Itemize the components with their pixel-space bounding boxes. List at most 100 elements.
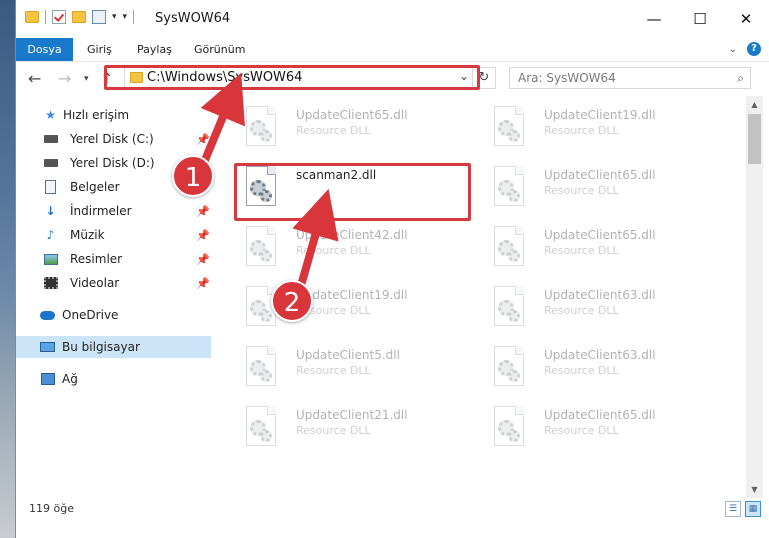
file-name: UpdateClient65.dll	[544, 228, 656, 242]
expand-ribbon-icon[interactable]: ⌄	[729, 44, 737, 55]
disk-icon	[43, 132, 58, 146]
file-item[interactable]: UpdateClient19.dll Resource DLL	[470, 98, 700, 154]
close-button[interactable]: ✕	[723, 0, 769, 38]
window-controls: — ☐ ✕	[631, 0, 769, 38]
tab-home[interactable]: Giriş	[87, 38, 112, 61]
tab-file[interactable]: Dosya	[16, 38, 73, 61]
search-icon[interactable]: ⌕	[737, 71, 744, 86]
sidebar-item-label: Resimler	[70, 252, 123, 266]
computer-icon	[40, 340, 55, 354]
file-item[interactable]: UpdateClient65.dll Resource DLL	[222, 98, 452, 154]
navigation-pane: ★ Hızlı erişim Yerel Disk (C:) 📌 Yerel D…	[16, 96, 211, 498]
sidebar-item-label: Yerel Disk (C:)	[70, 132, 154, 146]
vertical-scrollbar[interactable]: ▲ ▼	[746, 96, 763, 498]
file-name: UpdateClient65.dll	[296, 108, 408, 122]
dll-file-icon	[492, 106, 528, 150]
file-item[interactable]: UpdateClient63.dll Resource DLL	[470, 338, 700, 394]
help-icon[interactable]: ?	[747, 42, 761, 56]
sidebar-item-videos[interactable]: Videolar 📌	[16, 272, 211, 294]
sidebar-item-pictures[interactable]: Resimler 📌	[16, 248, 211, 270]
sidebar-item-label: Belgeler	[70, 180, 120, 194]
file-name: UpdateClient65.dll	[544, 168, 656, 182]
toolbar-divider	[133, 10, 135, 24]
dll-file-icon	[244, 406, 280, 450]
pin-icon[interactable]: 📌	[196, 133, 210, 146]
file-type: Resource DLL	[296, 424, 371, 437]
dropdown-arrow-icon[interactable]: ▾	[112, 12, 117, 22]
file-item[interactable]: UpdateClient5.dll Resource DLL	[222, 338, 452, 394]
details-view-icon[interactable]: ☰	[725, 501, 741, 517]
file-name: UpdateClient5.dll	[296, 348, 400, 362]
customize-toolbar-icon[interactable]: ▾	[123, 12, 128, 22]
file-highlight-box	[234, 163, 471, 221]
file-item[interactable]: UpdateClient65.dll Resource DLL	[470, 398, 700, 454]
file-type: Resource DLL	[544, 364, 619, 377]
dll-file-icon	[244, 106, 280, 150]
tab-share[interactable]: Paylaş	[137, 38, 172, 61]
sidebar-item-downloads[interactable]: ↓ İndirmeler 📌	[16, 200, 211, 222]
address-highlight-box	[104, 65, 480, 90]
sidebar-item-label: Yerel Disk (D:)	[70, 156, 155, 170]
scroll-up-icon[interactable]: ▲	[746, 96, 763, 113]
title-bar: ▾ ▾ SysWOW64 — ☐ ✕	[16, 0, 769, 38]
sidebar-item-network[interactable]: Ağ	[16, 368, 211, 390]
sidebar-item-label: Müzik	[70, 228, 105, 242]
sidebar-item-label: İndirmeler	[70, 204, 132, 218]
file-item[interactable]: UpdateClient63.dll Resource DLL	[470, 278, 700, 334]
ribbon-tabs: Dosya Giriş Paylaş Görünüm ⌄ ?	[16, 38, 769, 61]
sidebar-item-quick-access[interactable]: ★ Hızlı erişim	[16, 104, 211, 126]
item-count: 119 öğe	[29, 502, 74, 515]
back-arrow-icon[interactable]: ←	[28, 69, 41, 88]
forward-arrow-icon[interactable]: →	[58, 69, 71, 88]
pin-icon[interactable]: 📌	[196, 205, 210, 218]
file-name: UpdateClient63.dll	[544, 288, 656, 302]
quick-access-toolbar: ▾ ▾	[25, 10, 135, 24]
file-name: UpdateClient42.dll	[296, 228, 408, 242]
sidebar-item-this-pc[interactable]: Bu bilgisayar	[16, 336, 211, 358]
sidebar-item-onedrive[interactable]: OneDrive	[16, 304, 211, 326]
callout-marker-one: 1	[172, 155, 214, 197]
pin-icon[interactable]: 📌	[196, 277, 210, 290]
dll-file-icon	[244, 226, 280, 270]
file-type: Resource DLL	[544, 184, 619, 197]
file-type: Resource DLL	[544, 244, 619, 257]
scroll-down-icon[interactable]: ▼	[746, 481, 763, 498]
search-input[interactable]: Ara: SysWOW64 ⌕	[509, 67, 751, 89]
customize-view-icon[interactable]	[92, 10, 106, 24]
file-item[interactable]: UpdateClient65.dll Resource DLL	[470, 158, 700, 214]
dll-file-icon	[492, 226, 528, 270]
pin-icon[interactable]: 📌	[196, 229, 210, 242]
file-type: Resource DLL	[296, 244, 371, 257]
document-icon	[43, 180, 58, 194]
minimize-button[interactable]: —	[631, 0, 677, 38]
recent-locations-icon[interactable]: ▾	[84, 74, 89, 84]
file-item[interactable]: UpdateClient42.dll Resource DLL	[222, 218, 452, 274]
maximize-button[interactable]: ☐	[677, 0, 723, 38]
network-icon	[40, 372, 55, 386]
ribbon-right-controls: ⌄ ?	[729, 42, 761, 56]
sidebar-item-label: Videolar	[70, 276, 120, 290]
video-icon	[43, 276, 58, 290]
sidebar-item-label: Ağ	[62, 372, 78, 386]
file-type: Resource DLL	[544, 304, 619, 317]
sidebar-item-local-disk-c[interactable]: Yerel Disk (C:) 📌	[16, 128, 211, 150]
file-name: UpdateClient65.dll	[544, 408, 656, 422]
cloud-icon	[40, 308, 55, 322]
tiles-view-icon[interactable]: ▦	[745, 501, 761, 517]
search-placeholder: Ara: SysWOW64	[518, 71, 616, 85]
scrollbar-thumb[interactable]	[748, 114, 761, 164]
file-type: Resource DLL	[544, 124, 619, 137]
music-icon: ♪	[46, 228, 55, 242]
sidebar-item-label: OneDrive	[62, 308, 119, 322]
properties-check-icon[interactable]	[52, 10, 66, 24]
dll-file-icon	[492, 406, 528, 450]
dll-file-icon	[492, 346, 528, 390]
file-item[interactable]: UpdateClient21.dll Resource DLL	[222, 398, 452, 454]
tab-view[interactable]: Görünüm	[194, 38, 245, 61]
file-item[interactable]: UpdateClient19.dll Resource DLL	[222, 278, 452, 334]
pin-icon[interactable]: 📌	[196, 253, 210, 266]
file-item[interactable]: UpdateClient65.dll Resource DLL	[470, 218, 700, 274]
new-folder-icon[interactable]	[72, 11, 86, 23]
dll-file-icon	[492, 286, 528, 330]
sidebar-item-music[interactable]: ♪ Müzik 📌	[16, 224, 211, 246]
